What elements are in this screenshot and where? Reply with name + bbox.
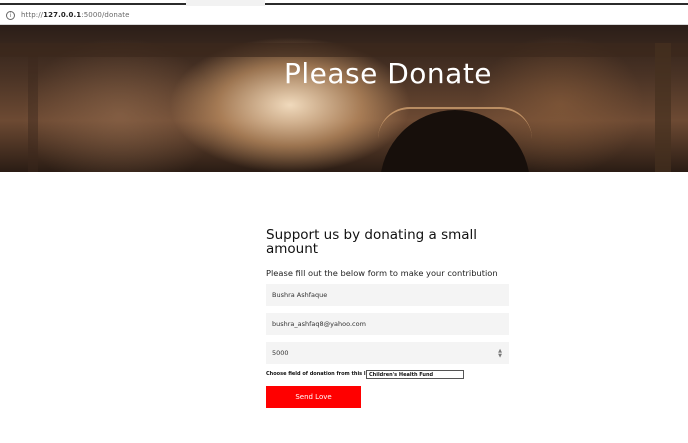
stepper-icon[interactable]: ▲ ▼ <box>497 349 503 359</box>
address-bar[interactable]: i http://127.0.0.1:5000/donate <box>0 6 688 25</box>
form-subheading: Please fill out the below form to make y… <box>266 268 498 278</box>
amount-input[interactable] <box>266 342 509 364</box>
tab-strip-left <box>0 3 186 5</box>
tab-strip-right <box>265 3 688 5</box>
info-icon[interactable]: i <box>6 10 15 20</box>
hero-banner: Please Donate <box>0 25 688 172</box>
name-input[interactable] <box>266 284 509 306</box>
donation-field-select[interactable]: Children's Health Fund <box>366 370 464 379</box>
url-path: :5000/donate <box>81 11 130 19</box>
page-title: Please Donate <box>283 57 493 90</box>
send-love-button[interactable]: Send Love <box>266 386 361 408</box>
email-input[interactable] <box>266 313 509 335</box>
form-heading: Support us by donating a small amount <box>266 227 478 257</box>
hero-window-frame <box>0 43 688 57</box>
url-prefix: http:// <box>21 11 44 19</box>
url-host: 127.0.0.1 <box>43 11 82 19</box>
donation-field-label: Choose field of donation from this list: <box>266 371 375 377</box>
url-text[interactable]: http://127.0.0.1:5000/donate <box>21 11 130 19</box>
